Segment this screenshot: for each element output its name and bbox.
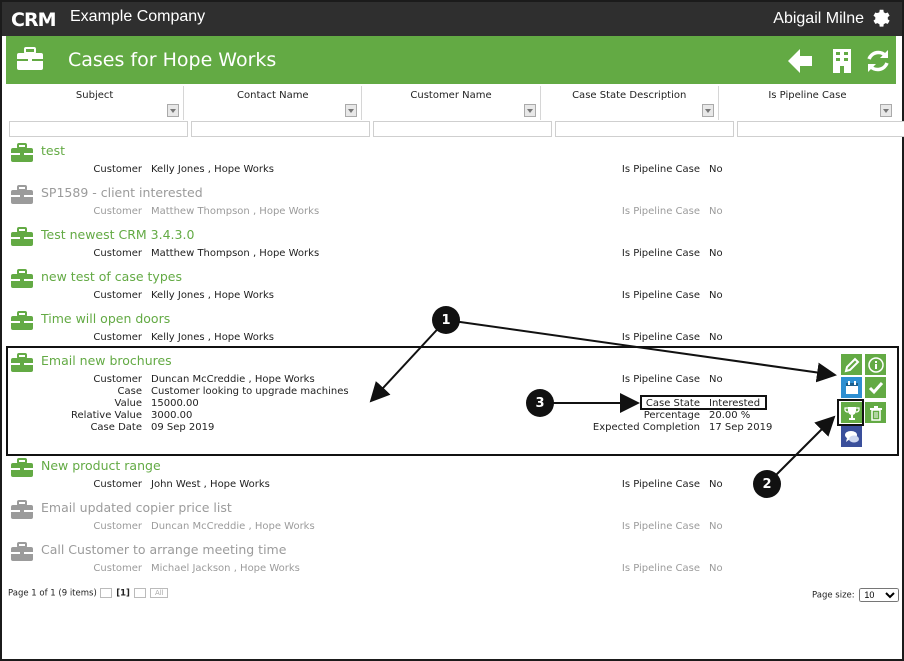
callout-2: 2	[753, 470, 781, 498]
pager-summary: Page 1 of 1 (9 items)	[8, 588, 97, 599]
prev-page-button[interactable]	[100, 588, 113, 598]
callout-1: 1	[432, 306, 460, 334]
callout-3: 3	[526, 389, 554, 417]
next-page-button[interactable]	[133, 588, 146, 598]
page-size-control: Page size: 10	[812, 588, 900, 602]
pager: Page 1 of 1 (9 items) [1] All	[8, 588, 169, 599]
current-page[interactable]: [1]	[116, 589, 130, 599]
page-size-label: Page size:	[812, 590, 855, 601]
all-pages-button[interactable]: All	[150, 588, 169, 598]
page-size-select[interactable]: 10	[859, 588, 900, 602]
